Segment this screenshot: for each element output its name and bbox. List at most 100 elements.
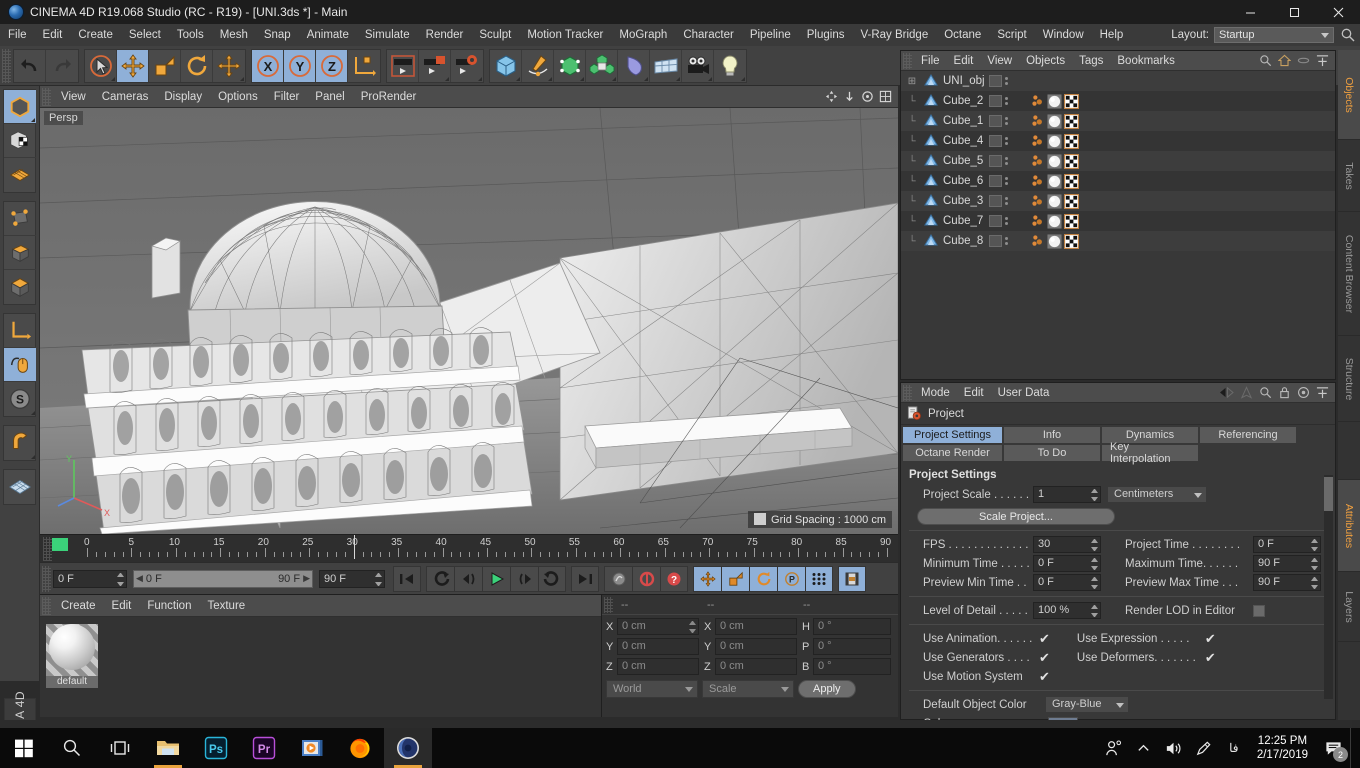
viewport-menu-display[interactable]: Display bbox=[156, 86, 210, 108]
attributes-grip[interactable] bbox=[903, 384, 912, 401]
notification-center-icon[interactable]: 2 bbox=[1316, 728, 1350, 768]
move-tool-button[interactable] bbox=[117, 49, 149, 82]
add-mograph-button[interactable] bbox=[586, 49, 618, 82]
object-row[interactable]: └ Cube_5 bbox=[901, 151, 1335, 171]
tool-expand-corner[interactable] bbox=[708, 76, 712, 81]
spinner-icon[interactable] bbox=[1091, 539, 1098, 551]
tool-expand-corner[interactable] bbox=[580, 76, 584, 81]
tool-expand-corner[interactable] bbox=[240, 76, 244, 81]
search-icon[interactable] bbox=[48, 728, 96, 768]
world-object-coordinate-button[interactable] bbox=[348, 50, 380, 82]
viewport-menu-cameras[interactable]: Cameras bbox=[94, 86, 157, 108]
search-icon[interactable] bbox=[1259, 386, 1272, 399]
checkmark-icon[interactable]: ✔ bbox=[1205, 651, 1216, 664]
anim-toolbar-grip[interactable] bbox=[42, 565, 51, 592]
range-right-arrow-icon[interactable]: ▶ bbox=[303, 573, 310, 584]
media-player-icon[interactable] bbox=[288, 728, 336, 768]
phong-tag-icon[interactable] bbox=[1031, 214, 1045, 228]
phong-tag-icon[interactable] bbox=[1031, 114, 1045, 128]
expand-toggle-icon[interactable]: ⊞ bbox=[901, 76, 923, 87]
menu-sculpt[interactable]: Sculpt bbox=[471, 24, 519, 46]
object-row[interactable]: ⊞ UNI_obj bbox=[901, 71, 1335, 91]
tool-expand-corner[interactable] bbox=[548, 76, 552, 81]
tool-expand-corner[interactable] bbox=[741, 76, 745, 81]
maximize-button[interactable] bbox=[1272, 0, 1316, 24]
tool-expand-corner[interactable] bbox=[612, 76, 616, 81]
expand-panel-icon[interactable] bbox=[1316, 386, 1329, 399]
render-settings-button[interactable] bbox=[451, 50, 483, 82]
material-tag-icon[interactable] bbox=[1047, 93, 1062, 109]
cinema4d-icon[interactable] bbox=[384, 728, 432, 768]
material-tag-icon[interactable] bbox=[1047, 153, 1062, 169]
phong-tag-icon[interactable] bbox=[1031, 154, 1045, 168]
phong-tag-icon[interactable] bbox=[1031, 134, 1045, 148]
menu-edit[interactable]: Edit bbox=[35, 24, 71, 46]
max-frame-field[interactable]: 90 F bbox=[319, 569, 385, 588]
menu-render[interactable]: Render bbox=[418, 24, 472, 46]
timeline-playhead[interactable] bbox=[353, 535, 355, 559]
right-tab-structure[interactable]: Structure bbox=[1338, 336, 1360, 422]
menu-pipeline[interactable]: Pipeline bbox=[742, 24, 799, 46]
lock-z-axis-button[interactable]: Z bbox=[316, 49, 348, 82]
right-tab-attributes[interactable]: Attributes bbox=[1338, 480, 1360, 572]
phong-tag-icon[interactable] bbox=[1031, 174, 1045, 188]
menu-mesh[interactable]: Mesh bbox=[212, 24, 256, 46]
workplane-grid-button[interactable] bbox=[4, 470, 36, 504]
step-forward-button[interactable] bbox=[510, 565, 538, 592]
viewport-menu-options[interactable]: Options bbox=[210, 86, 266, 108]
texture-tag-icon[interactable] bbox=[1064, 153, 1079, 169]
material-menu-texture[interactable]: Texture bbox=[199, 595, 253, 617]
lock-y-axis-button[interactable]: Y bbox=[284, 49, 316, 82]
tool-expand-corner[interactable] bbox=[445, 76, 449, 81]
search-icon[interactable] bbox=[1340, 27, 1356, 43]
tool-expand-corner[interactable] bbox=[516, 76, 520, 81]
menu-create[interactable]: Create bbox=[70, 24, 121, 46]
navigate-back-icon[interactable] bbox=[1219, 386, 1234, 399]
snap-magnet-button[interactable] bbox=[4, 426, 36, 460]
menu-animate[interactable]: Animate bbox=[299, 24, 357, 46]
spinner-icon[interactable] bbox=[117, 572, 124, 586]
spinner-icon[interactable] bbox=[1091, 577, 1098, 589]
right-tab-takes[interactable]: Takes bbox=[1338, 140, 1360, 212]
tab-project-settings[interactable]: Project Settings bbox=[903, 427, 1002, 443]
add-light-button[interactable] bbox=[714, 50, 746, 82]
preview-range-bar[interactable]: ◀ 0 F 90 F ▶ bbox=[133, 569, 313, 588]
volume-icon[interactable] bbox=[1159, 728, 1189, 768]
right-edge-scrollbar[interactable] bbox=[0, 720, 1352, 728]
checkmark-icon[interactable]: ✔ bbox=[1039, 670, 1050, 683]
render-view-button[interactable] bbox=[387, 49, 419, 82]
tool-expand-corner[interactable] bbox=[31, 118, 35, 122]
texture-tag-icon[interactable] bbox=[1064, 173, 1079, 189]
polygon-mode-button[interactable] bbox=[4, 270, 36, 304]
goto-next-key-button[interactable] bbox=[538, 565, 566, 592]
taskbar-clock[interactable]: 12:25 PM 2/17/2019 bbox=[1249, 734, 1316, 762]
play-button[interactable] bbox=[482, 565, 510, 592]
current-frame-field[interactable]: 0 F bbox=[53, 569, 127, 588]
goto-start-button[interactable] bbox=[393, 565, 421, 592]
object-menu-objects[interactable]: Objects bbox=[1019, 51, 1072, 71]
object-visibility-dots[interactable] bbox=[989, 95, 1008, 107]
language-indicator[interactable]: فا bbox=[1219, 728, 1249, 768]
object-visibility-dots[interactable] bbox=[989, 155, 1008, 167]
texture-tag-icon[interactable] bbox=[1064, 93, 1079, 109]
home-icon[interactable] bbox=[1278, 54, 1291, 67]
spinner-icon[interactable] bbox=[1311, 558, 1318, 570]
checkmark-icon[interactable]: ✔ bbox=[1039, 632, 1050, 645]
menu-plugins[interactable]: Plugins bbox=[799, 24, 853, 46]
file-explorer-icon[interactable] bbox=[144, 728, 192, 768]
position-y-field[interactable]: 0 cm bbox=[617, 638, 699, 655]
object-row[interactable]: └ Cube_3 bbox=[901, 191, 1335, 211]
spinner-icon[interactable] bbox=[375, 572, 382, 586]
field-input[interactable]: 0 F bbox=[1033, 574, 1101, 591]
default-object-color-dropdown[interactable]: Gray-Blue bbox=[1045, 696, 1129, 713]
right-tab-layers[interactable]: Layers bbox=[1338, 572, 1360, 642]
show-hidden-icons-chevron-icon[interactable] bbox=[1129, 728, 1159, 768]
spinner-icon[interactable] bbox=[1311, 577, 1318, 589]
menu-vray-bridge[interactable]: V-Ray Bridge bbox=[852, 24, 936, 46]
size-x-field[interactable]: 0 cm bbox=[715, 618, 797, 635]
add-cube-button[interactable] bbox=[490, 49, 522, 82]
menu-help[interactable]: Help bbox=[1092, 24, 1132, 46]
people-icon[interactable] bbox=[1099, 728, 1129, 768]
redo-button[interactable] bbox=[46, 50, 78, 82]
goto-end-button[interactable] bbox=[571, 565, 599, 592]
